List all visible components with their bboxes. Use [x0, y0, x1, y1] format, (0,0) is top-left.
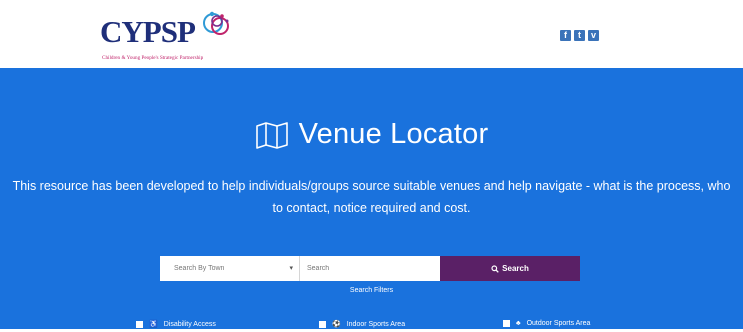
hero-section: Venue Locator This resource has been dev…: [0, 68, 743, 329]
map-icon: [255, 121, 288, 149]
filter-checkbox[interactable]: [319, 320, 326, 328]
facebook-icon[interactable]: f: [560, 30, 571, 41]
filter-checkbox[interactable]: [503, 320, 510, 327]
cypsp-logo[interactable]: CYPSP Children & Young People's Strategi…: [100, 11, 240, 64]
chevron-down-icon: ▾: [289, 265, 293, 272]
search-button-label: Search: [502, 264, 529, 273]
search-bar: Search By Town ▾ Search: [160, 256, 580, 281]
filter-outdoor-sports[interactable]: ♣ Outdoor Sports Area: [503, 320, 590, 327]
filter-indoor-sports[interactable]: ⚽ Indoor Sports Area: [319, 320, 405, 328]
vimeo-icon[interactable]: v: [588, 30, 599, 41]
filter-options: ♿ Disability Access ⚽ Indoor Sports Area…: [0, 320, 743, 332]
tree-icon: ♣: [516, 320, 521, 327]
town-select[interactable]: Search By Town ▾: [160, 256, 300, 281]
football-icon: ⚽: [332, 321, 341, 328]
social-links: f t v: [560, 30, 599, 41]
search-button[interactable]: Search: [440, 256, 580, 281]
filter-label: Outdoor Sports Area: [526, 320, 591, 327]
page-title: Venue Locator: [0, 118, 743, 151]
hero-description: This resource has been developed to help…: [12, 179, 731, 215]
accessibility-icon: ♿: [149, 321, 158, 328]
logo-swirl-icon: [203, 11, 229, 35]
town-select-placeholder: Search By Town: [174, 265, 225, 272]
logo-text: CYPSP: [100, 14, 196, 49]
site-header: CYPSP Children & Young People's Strategi…: [0, 0, 743, 68]
search-input[interactable]: [300, 256, 440, 281]
filter-checkbox[interactable]: [136, 320, 143, 328]
search-icon: [491, 264, 499, 273]
filter-disability-access[interactable]: ♿ Disability Access: [136, 320, 216, 328]
page-title-text: Venue Locator: [298, 118, 489, 150]
twitter-icon[interactable]: t: [574, 30, 585, 41]
search-filters-link[interactable]: Search Filters: [0, 287, 743, 294]
filter-label: Indoor Sports Area: [346, 320, 406, 328]
filter-label: Disability Access: [163, 320, 216, 328]
logo-tagline: Children & Young People's Strategic Part…: [102, 55, 204, 61]
